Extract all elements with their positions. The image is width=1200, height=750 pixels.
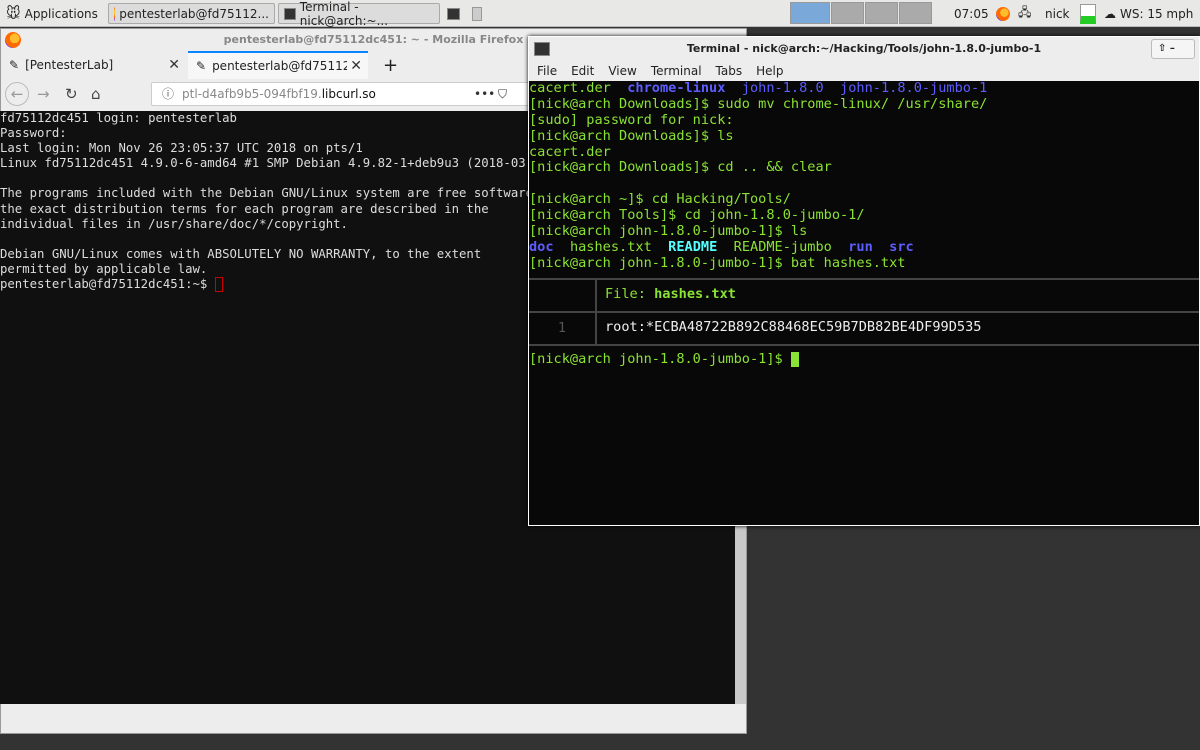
file-name: hashes.txt: [654, 286, 736, 303]
close-tab-icon[interactable]: ✕: [350, 58, 362, 74]
task-label: Terminal - nick@arch:~...: [299, 0, 389, 28]
clock-text: 07:05: [954, 6, 989, 21]
file-label: File:: [605, 286, 655, 303]
dir-entry: chrome-linux: [627, 81, 726, 96]
taskbar-firefox[interactable]: pentesterlab@fd75112...: [108, 3, 275, 24]
terminal-window: Terminal - nick@arch:~/Hacking/Tools/joh…: [528, 36, 1200, 526]
page-icon: ✎: [196, 59, 207, 73]
menu-tabs[interactable]: Tabs: [716, 61, 743, 81]
file-entry: README: [668, 238, 718, 255]
ls-output: doc hashes.txt README README-jumbo run s…: [529, 238, 1199, 256]
terminal-line: cacert.der: [529, 143, 611, 160]
tab-label: pentesterlab@fd75112dc: [212, 59, 348, 73]
terminal-line: [nick@arch john-1.8.0-jumbo-1]$ ls: [529, 223, 808, 240]
maximize-icon[interactable]: ⇧: [1158, 43, 1166, 54]
file-entry: cacert.der: [529, 81, 611, 96]
terminal-icon: [447, 7, 460, 20]
terminal-line: [nick@arch Tools]$ cd john-1.8.0-jumbo-1…: [529, 207, 865, 224]
back-icon[interactable]: ←: [5, 82, 29, 106]
reload-icon[interactable]: ↻: [65, 85, 78, 103]
menu-edit[interactable]: Edit: [571, 61, 594, 81]
terminal-line: [nick@arch john-1.8.0-jumbo-1]$ bat hash…: [529, 254, 906, 271]
xfce-logo-icon: 🐭: [6, 5, 21, 22]
minimize-icon[interactable]: –: [1170, 43, 1175, 54]
cpu-graph-icon: [1080, 3, 1096, 24]
firefox-icon: [114, 6, 116, 21]
weather-icon: ☁: [1104, 6, 1116, 21]
terminal-icon: [284, 7, 296, 20]
terminal-line: [nick@arch ~]$ cd Hacking/Tools/: [529, 191, 791, 208]
dir-entry: doc: [529, 238, 554, 255]
workspace-1[interactable]: [790, 2, 830, 24]
ls-output: cacert.der chrome-linux john-1.8.0 john-…: [529, 81, 1199, 97]
weather-widget[interactable]: ☁ WS: 15 mph: [1104, 3, 1193, 24]
terminal-titlebar: Terminal - nick@arch:~/Hacking/Tools/joh…: [529, 37, 1199, 61]
bat-header: File: hashes.txt: [529, 279, 1199, 311]
close-tab-icon[interactable]: ✕: [168, 57, 180, 73]
applications-menu[interactable]: 🐭 Applications: [6, 3, 98, 24]
tray-firefox[interactable]: [996, 3, 1010, 24]
terminal-line: [nick@arch Downloads]$ ls: [529, 127, 734, 144]
shell-prompt: pentesterlab@fd75112dc451:~$: [0, 277, 215, 292]
firefox-icon: [5, 32, 21, 48]
terminal-line: [nick@arch Downloads]$ sudo mv chrome-li…: [529, 95, 988, 112]
top-panel: 🐭 Applications pentesterlab@fd75112... Te…: [0, 0, 1200, 28]
url-prefix: ptl-d4afb9b5-094fbf19.: [182, 87, 322, 101]
dir-entry: run: [848, 238, 873, 255]
file-entry: README-jumbo: [733, 238, 832, 255]
dir-entry: src: [889, 238, 914, 255]
menu-file[interactable]: File: [537, 61, 557, 81]
workspace-3[interactable]: [865, 2, 898, 24]
workspace-4[interactable]: [899, 2, 932, 24]
url-domain: libcurl.so: [321, 87, 376, 101]
bat-row: 1 root:*ECBA48722B892C88468EC59B7DB82BE4D…: [529, 312, 1199, 344]
user-name: nick: [1045, 6, 1070, 21]
firefox-icon: [996, 6, 1010, 21]
window-controls[interactable]: ⇧ –: [1151, 39, 1195, 59]
menu-bar: File Edit View Terminal Tabs Help: [529, 61, 1199, 81]
shell-prompt: [nick@arch john-1.8.0-jumbo-1]$: [529, 350, 791, 367]
hash-line: root:*ECBA48722B892C88468EC59B7DB82BE4DF…: [605, 319, 982, 336]
dir-entry: john-1.8.0: [741, 81, 824, 96]
workspace-2[interactable]: [831, 2, 864, 24]
tab-label: [PentesterLab]: [25, 58, 114, 72]
launcher-terminal[interactable]: [447, 3, 460, 24]
network-icon[interactable]: 🖧: [1018, 3, 1031, 24]
weather-text: WS: 15 mph: [1120, 6, 1194, 21]
clock[interactable]: 07:05: [954, 3, 989, 24]
page-icon: ✎: [9, 58, 20, 72]
page-actions-icon[interactable]: •••: [474, 83, 495, 105]
taskbar-terminal[interactable]: Terminal - nick@arch:~...: [278, 0, 440, 28]
applications-label: Applications: [24, 6, 98, 21]
new-tab-button[interactable]: +: [375, 51, 406, 79]
file-entry: hashes.txt: [569, 238, 652, 255]
terminal-output[interactable]: cacert.der chrome-linux john-1.8.0 john-…: [529, 81, 1199, 525]
terminal-icon: [534, 42, 550, 56]
forward-icon[interactable]: →: [37, 85, 50, 103]
menu-view[interactable]: View: [608, 61, 636, 81]
dir-entry: john-1.8.0-jumbo-1: [840, 81, 988, 96]
task-label: pentesterlab@fd75112...: [119, 6, 269, 21]
cabinet-icon: [472, 6, 482, 21]
launcher-files[interactable]: [472, 3, 482, 24]
user-menu[interactable]: nick: [1045, 3, 1070, 24]
pocket-icon[interactable]: ⛉: [498, 83, 507, 105]
home-icon[interactable]: ⌂: [91, 85, 101, 103]
url-bar[interactable]: ⓘ ptl-d4afb9b5-094fbf19.libcurl.so ••• ⛉: [151, 82, 531, 106]
tab-terminal-session[interactable]: ✎ pentesterlab@fd75112dc✕: [188, 51, 368, 79]
window-title: Terminal - nick@arch:~/Hacking/Tools/joh…: [686, 42, 1042, 55]
window-title: pentesterlab@fd75112dc451: ~ - Mozilla F…: [223, 33, 524, 46]
terminal-line: [nick@arch Downloads]$ cd .. && clear: [529, 159, 832, 176]
info-icon[interactable]: ⓘ: [162, 83, 174, 105]
menu-terminal[interactable]: Terminal: [651, 61, 702, 81]
line-number: 1: [529, 312, 597, 344]
cursor: [790, 351, 799, 367]
terminal-line: [sudo] password for nick:: [529, 111, 734, 128]
cursor: [214, 277, 223, 293]
tab-pentesterlab[interactable]: ✎ [PentesterLab] ✕: [1, 51, 186, 79]
menu-help[interactable]: Help: [756, 61, 783, 81]
